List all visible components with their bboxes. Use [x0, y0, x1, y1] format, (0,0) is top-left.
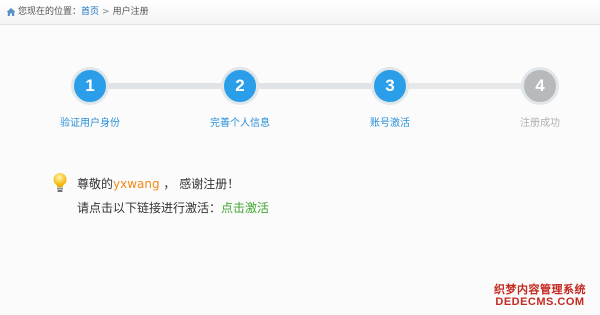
breadcrumb-separator: >	[102, 7, 110, 17]
step-label: 验证用户身份	[60, 118, 120, 129]
step-number-badge: 1	[71, 67, 109, 105]
registration-panel: 1 验证用户身份 2 完善个人信息 3 账号激活 4 注册成功 尊敬的yxwan…	[0, 25, 600, 315]
step-label: 账号激活	[370, 118, 410, 129]
username: yxwang	[113, 177, 160, 191]
watermark-logo: 织梦内容管理系统 DEDECMS.COM	[486, 283, 594, 309]
breadcrumb-prefix: 您现在的位置：	[18, 7, 82, 17]
step-registration-success: 4 注册成功	[490, 67, 590, 131]
greeting-suffix: ， 感谢注册！	[159, 177, 240, 191]
breadcrumb-trail: 您现在的位置：首页 > 用户注册	[18, 0, 149, 24]
greeting-prefix: 尊敬的	[77, 177, 114, 191]
lightbulb-icon	[53, 173, 67, 192]
breadcrumb-home-link[interactable]: 首页	[81, 7, 99, 17]
activate-link[interactable]: 点击激活	[221, 201, 269, 215]
greeting-line: 尊敬的yxwang ， 感谢注册！	[77, 175, 239, 192]
step-verify-identity: 1 验证用户身份	[40, 67, 140, 131]
watermark-line2: DEDECMS.COM	[495, 296, 585, 308]
step-complete-profile: 2 完善个人信息	[190, 67, 290, 131]
instruction-line: 请点击以下链接进行激活：点击激活	[77, 199, 269, 216]
instruction-text: 请点击以下链接进行激活：	[77, 201, 222, 215]
step-activate-account: 3 账号激活	[340, 67, 440, 131]
step-number-badge: 3	[371, 67, 409, 105]
home-icon[interactable]	[6, 7, 16, 17]
step-label: 注册成功	[520, 118, 560, 129]
step-number-badge: 4	[521, 67, 559, 105]
breadcrumb: 您现在的位置：首页 > 用户注册	[0, 0, 600, 25]
breadcrumb-current: 用户注册	[112, 7, 149, 17]
step-number-badge: 2	[221, 67, 259, 105]
watermark-line1: 织梦内容管理系统	[494, 283, 586, 296]
progress-steps: 1 验证用户身份 2 完善个人信息 3 账号激活 4 注册成功	[0, 25, 600, 145]
step-label: 完善个人信息	[210, 118, 270, 129]
